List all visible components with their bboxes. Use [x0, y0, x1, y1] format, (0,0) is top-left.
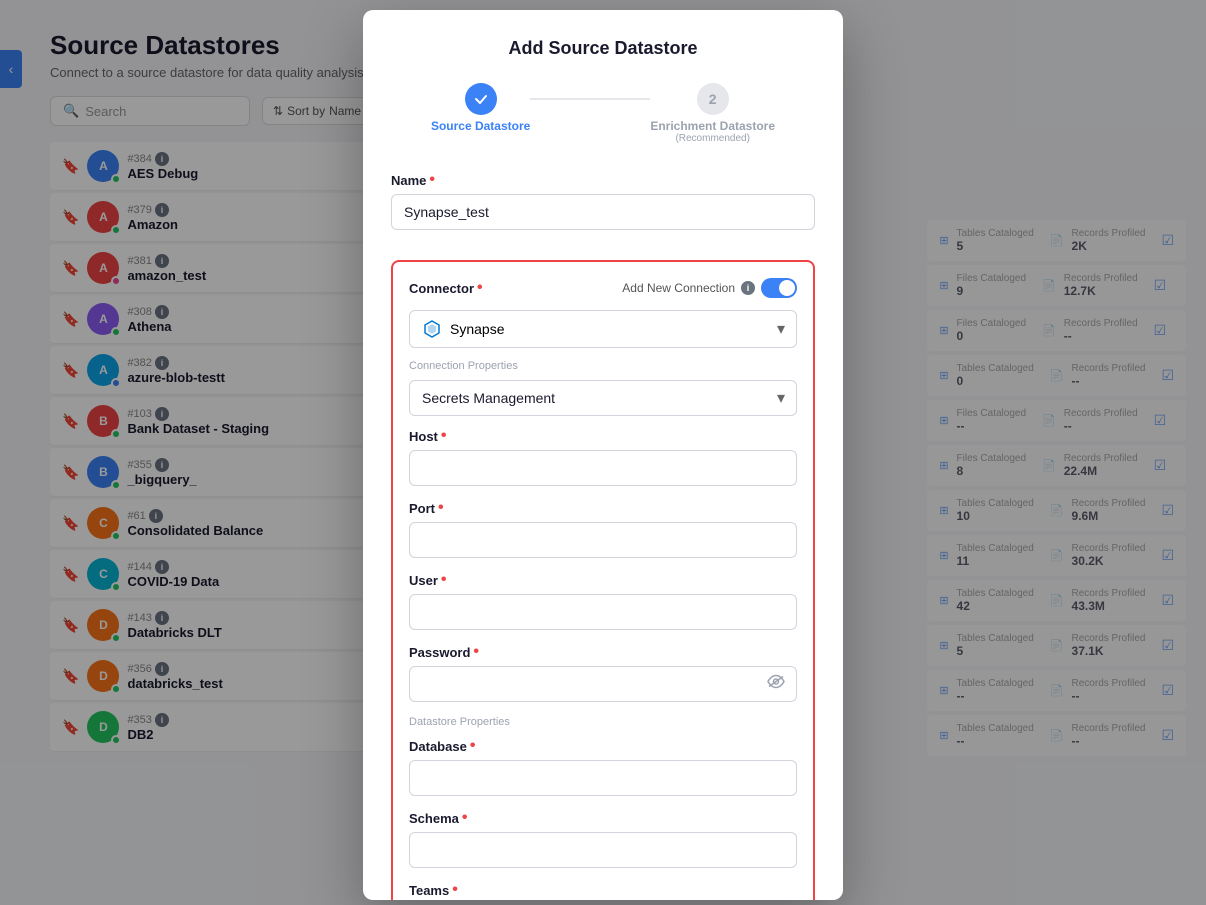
- user-group: User •: [409, 572, 797, 630]
- password-group: Password •: [409, 644, 797, 702]
- connector-dropdown[interactable]: Synapse ▾: [409, 310, 797, 348]
- user-input[interactable]: [409, 594, 797, 630]
- form-section: Connector • Add New Connection i Synapse: [391, 260, 815, 900]
- name-input[interactable]: [391, 194, 815, 230]
- info-icon[interactable]: i: [741, 281, 755, 295]
- step-connector: [530, 98, 650, 100]
- modal: Add Source Datastore Source Datastore 2 …: [363, 10, 843, 900]
- teams-label: Teams •: [409, 882, 797, 898]
- secrets-select-wrapper: Secrets Management ▾: [409, 380, 797, 416]
- check-icon: [473, 91, 489, 107]
- step-1-label: Source Datastore: [431, 119, 530, 133]
- step-1: Source Datastore: [431, 83, 530, 133]
- port-input[interactable]: [409, 522, 797, 558]
- connector-label: Connector •: [409, 280, 483, 296]
- schema-label: Schema •: [409, 810, 797, 826]
- teams-group: Teams • Public ⊗ ▾: [409, 882, 797, 900]
- eye-icon[interactable]: [767, 675, 785, 694]
- port-label: Port •: [409, 500, 797, 516]
- conn-props-label: Connection Properties: [409, 360, 797, 372]
- connector-value: Synapse: [450, 321, 784, 337]
- port-group: Port •: [409, 500, 797, 558]
- host-group: Host •: [409, 428, 797, 486]
- user-label: User •: [409, 572, 797, 588]
- connector-select-wrapper: Synapse ▾: [409, 310, 797, 348]
- ds-props-label: Datastore Properties: [409, 716, 797, 728]
- schema-input[interactable]: [409, 832, 797, 868]
- step-2: 2 Enrichment Datastore (Recommended): [650, 83, 775, 144]
- step-2-circle: 2: [697, 83, 729, 115]
- step-2-sublabel: (Recommended): [675, 133, 749, 144]
- host-input[interactable]: [409, 450, 797, 486]
- synapse-icon: [422, 319, 442, 339]
- required-indicator: •: [429, 172, 435, 188]
- password-input[interactable]: [409, 666, 797, 702]
- database-input[interactable]: [409, 760, 797, 796]
- database-group: Database •: [409, 738, 797, 796]
- connector-row: Connector • Add New Connection i: [409, 278, 797, 298]
- connector-required: •: [477, 280, 483, 296]
- modal-title: Add Source Datastore: [391, 38, 815, 59]
- name-group: Name •: [391, 172, 815, 246]
- secrets-select[interactable]: Secrets Management: [409, 380, 797, 416]
- stepper: Source Datastore 2 Enrichment Datastore …: [391, 83, 815, 144]
- host-label: Host •: [409, 428, 797, 444]
- schema-group: Schema •: [409, 810, 797, 868]
- modal-overlay: Add Source Datastore Source Datastore 2 …: [0, 0, 1206, 905]
- database-label: Database •: [409, 738, 797, 754]
- add-connection-label: Add New Connection i: [622, 278, 797, 298]
- toggle-switch[interactable]: [761, 278, 797, 298]
- name-label: Name •: [391, 172, 815, 188]
- step-2-label: Enrichment Datastore: [650, 119, 775, 133]
- password-wrapper: [409, 666, 797, 702]
- step-1-circle: [465, 83, 497, 115]
- password-label: Password •: [409, 644, 797, 660]
